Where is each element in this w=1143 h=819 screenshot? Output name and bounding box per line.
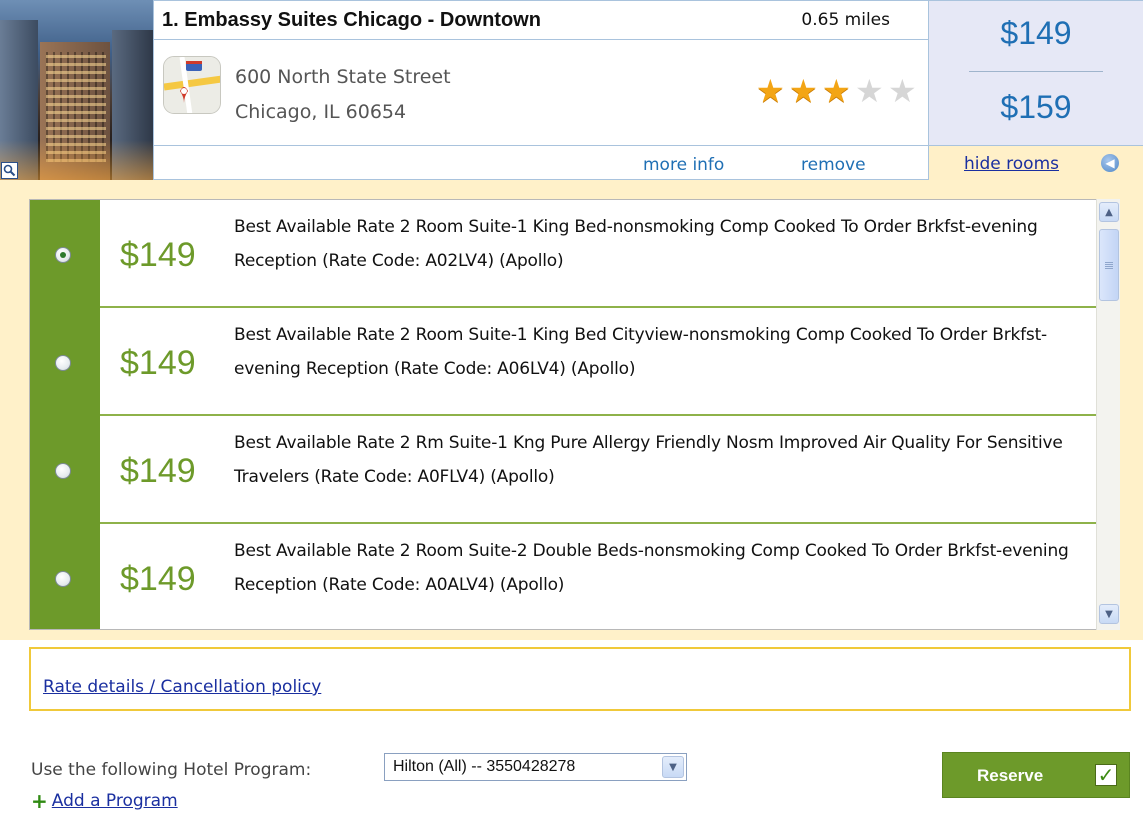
hide-rooms-toggle[interactable]: hide rooms ◀ [929,145,1143,180]
room-price: $149 [120,560,196,598]
room-radio[interactable] [55,571,71,587]
remove-link[interactable]: remove [801,155,866,175]
plus-icon[interactable]: + [31,791,48,811]
chevron-left-circle-icon[interactable]: ◀ [1101,154,1119,172]
room-description: Best Available Rate 2 Rm Suite-1 Kng Pur… [234,433,1063,487]
hotel-links-bar: more info remove [153,145,929,180]
star-filled-icon: ★ [756,72,785,110]
room-select-cell[interactable] [30,524,100,629]
room-radio[interactable] [55,247,71,263]
hotel-address-block: 600 North State Street Chicago, IL 60654… [153,40,929,145]
star-filled-icon: ★ [822,72,851,110]
room-select-cell[interactable] [30,416,100,524]
hotel-name[interactable]: 1. Embassy Suites Chicago - Downtown [162,9,541,32]
room-price: $149 [120,452,196,490]
hotel-program-label: Use the following Hotel Program: [31,760,312,780]
price-high: $159 [1000,89,1072,125]
room-price: $149 [120,236,196,274]
hotel-header: 1. Embassy Suites Chicago - Downtown 0.6… [153,0,929,40]
room-description: Best Available Rate 2 Room Suite-1 King … [234,325,1047,379]
room-rate-list[interactable]: $149 Best Available Rate 2 Room Suite-1 … [29,199,1120,630]
room-description: Best Available Rate 2 Room Suite-1 King … [234,217,1038,271]
add-program-link[interactable]: Add a Program [52,791,178,811]
address-line-1: 600 North State Street [235,66,451,88]
map-icon[interactable] [163,56,221,114]
room-rate-row[interactable]: $149 Best Available Rate 2 Room Suite-1 … [30,200,1098,308]
checkmark-icon: ✓ [1095,764,1117,786]
price-low: $149 [1000,15,1072,51]
chevron-up-icon[interactable]: ▲ [1099,202,1119,222]
add-program[interactable]: + Add a Program [31,791,178,811]
room-radio[interactable] [55,355,71,371]
star-empty-icon: ★ [855,72,884,110]
hotel-program-value: Hilton (All) -- 3550428278 [393,758,576,775]
room-list-scrollbar[interactable]: ▲ ▼ [1096,199,1120,630]
address-line-2: Chicago, IL 60654 [235,101,407,123]
star-empty-icon: ★ [888,72,917,110]
chevron-down-icon[interactable]: ▼ [1099,604,1119,624]
room-radio[interactable] [55,463,71,479]
reserve-label: Reserve [977,766,1044,785]
room-rate-row[interactable]: $149 Best Available Rate 2 Rm Suite-1 Kn… [30,416,1098,524]
room-rate-row[interactable]: $149 Best Available Rate 2 Room Suite-1 … [30,308,1098,416]
room-price: $149 [120,344,196,382]
room-rate-row[interactable]: $149 Best Available Rate 2 Room Suite-2 … [30,524,1098,629]
scroll-thumb[interactable] [1099,229,1119,301]
room-select-cell[interactable] [30,200,100,308]
reserve-button[interactable]: Reserve ✓ [942,752,1130,798]
photo-street-glow [0,140,153,180]
rate-details-link[interactable]: Rate details / Cancellation policy [43,677,321,697]
price-divider [969,71,1103,72]
magnifier-icon[interactable] [1,162,18,179]
room-description: Best Available Rate 2 Room Suite-2 Doubl… [234,541,1069,595]
rate-details-box: Rate details / Cancellation policy [29,647,1131,711]
star-rating: ★ ★ ★ ★ ★ [756,75,920,107]
hotel-distance: 0.65 miles [801,10,890,30]
more-info-link[interactable]: more info [643,155,724,175]
chevron-down-icon[interactable]: ▼ [662,756,684,778]
room-select-cell[interactable] [30,308,100,416]
price-range-panel: $149 $159 [929,0,1143,145]
hide-rooms-link[interactable]: hide rooms [964,154,1059,174]
hotel-program-select[interactable]: Hilton (All) -- 3550428278 ▼ [384,753,687,781]
star-filled-icon: ★ [789,72,818,110]
hotel-photo[interactable] [0,0,153,180]
